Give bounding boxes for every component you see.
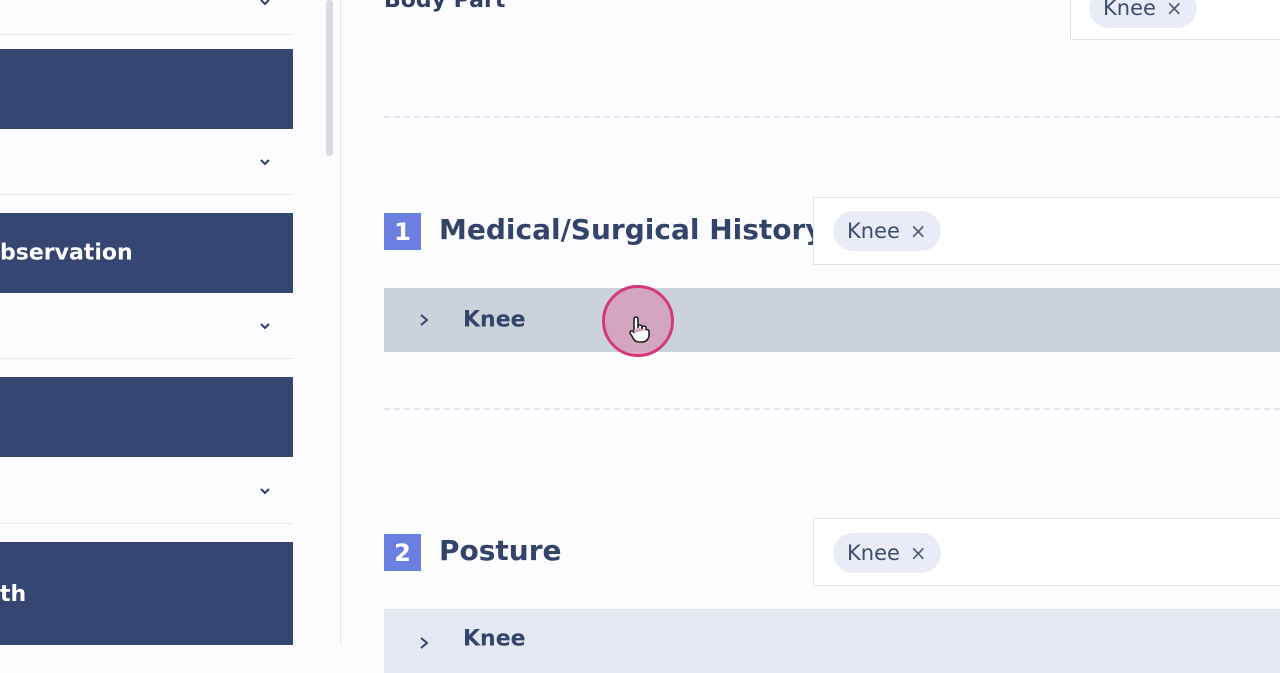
chip-label: Knee bbox=[847, 219, 900, 243]
body-part-chip: Knee × bbox=[833, 211, 941, 251]
sidebar-collapsible-row[interactable] bbox=[0, 0, 293, 35]
remove-chip-icon[interactable]: × bbox=[1166, 0, 1183, 20]
chevron-down-icon bbox=[260, 488, 270, 495]
chevron-down-icon bbox=[260, 323, 270, 330]
body-part-title: Body Part bbox=[384, 0, 506, 13]
sidebar-section-label: th bbox=[0, 582, 27, 607]
chevron-down-icon bbox=[260, 0, 270, 6]
accordion-row-label: Knee bbox=[463, 307, 526, 333]
remove-chip-icon[interactable]: × bbox=[910, 219, 927, 243]
chevron-right-icon bbox=[420, 637, 429, 649]
chip-label: Knee bbox=[1103, 0, 1156, 20]
sidebar-section-header[interactable] bbox=[0, 377, 293, 457]
section-divider bbox=[384, 408, 1280, 410]
sidebar-collapsible-row[interactable] bbox=[0, 294, 293, 359]
sidebar-scrollbar[interactable] bbox=[326, 0, 333, 156]
click-indicator bbox=[602, 285, 674, 357]
sidebar: bservation th bbox=[0, 0, 293, 645]
section-title: Posture bbox=[439, 534, 562, 567]
section-number-badge: 1 bbox=[384, 213, 421, 250]
sidebar-section-header[interactable] bbox=[0, 49, 293, 129]
panel-divider bbox=[340, 0, 341, 645]
section-divider bbox=[384, 116, 1280, 118]
chevron-right-icon bbox=[420, 314, 429, 326]
section-title: Medical/Surgical History bbox=[439, 213, 824, 246]
chip-label: Knee bbox=[847, 541, 900, 565]
section-number-badge: 2 bbox=[384, 534, 421, 571]
accordion-row-knee[interactable]: Knee bbox=[384, 609, 1280, 673]
sidebar-section-header[interactable]: bservation bbox=[0, 213, 293, 293]
body-part-chip: Knee × bbox=[833, 533, 941, 573]
sidebar-section-label: bservation bbox=[0, 240, 133, 266]
remove-chip-icon[interactable]: × bbox=[910, 541, 927, 565]
hand-pointer-icon bbox=[629, 316, 650, 343]
sidebar-collapsible-row[interactable] bbox=[0, 130, 293, 195]
accordion-row-knee[interactable]: Knee bbox=[384, 288, 1280, 352]
chevron-down-icon bbox=[260, 159, 270, 166]
body-part-chip: Knee × bbox=[1089, 0, 1197, 28]
sidebar-section-header[interactable]: th bbox=[0, 542, 293, 645]
sidebar-collapsible-row[interactable] bbox=[0, 459, 293, 524]
accordion-row-label: Knee bbox=[463, 626, 526, 652]
